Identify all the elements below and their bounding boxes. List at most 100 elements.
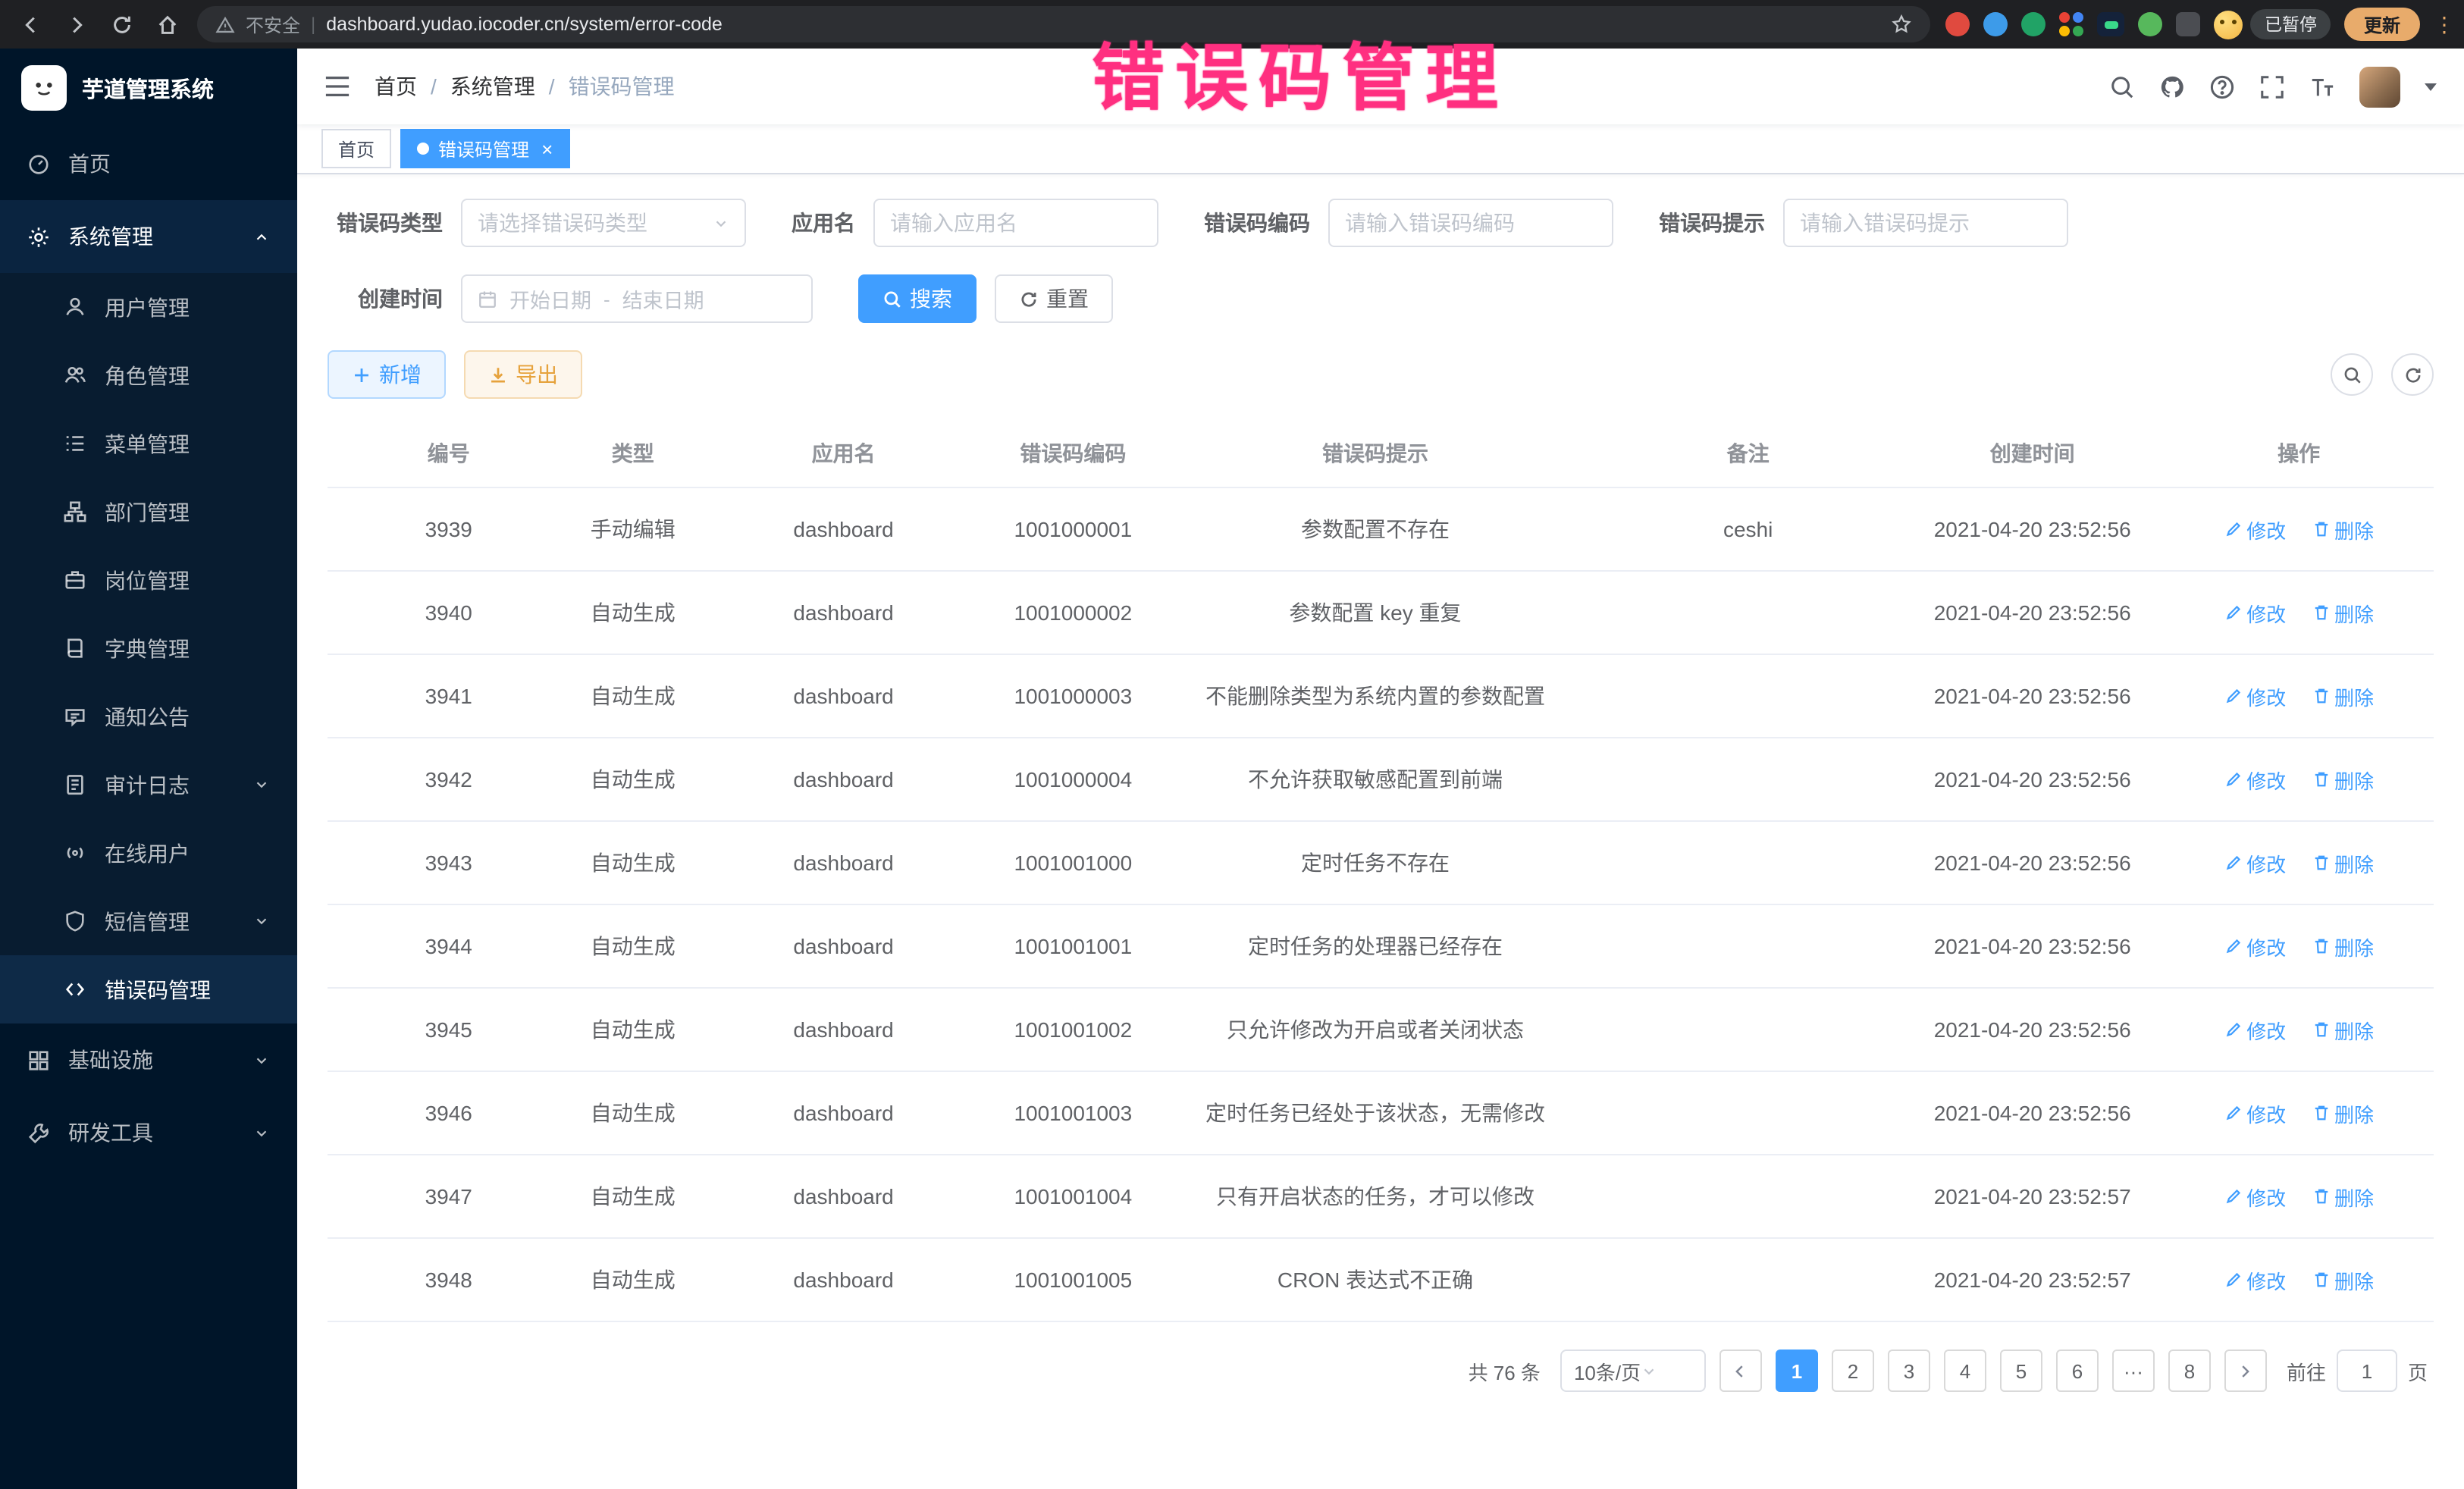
end-date-placeholder: 结束日期 (622, 284, 704, 314)
app-name-input[interactable] (873, 199, 1158, 247)
error-code-input[interactable] (1328, 199, 1613, 247)
user-avatar[interactable] (2359, 66, 2400, 107)
extension-drop-icon[interactable] (1984, 12, 2008, 36)
app-logo[interactable]: 芋道管理系统 (0, 49, 297, 127)
browser-menu-icon[interactable]: ⋮ (2434, 20, 2449, 28)
extension-record-icon[interactable] (1946, 12, 1970, 36)
page-size-select[interactable]: 10条/页 (1560, 1350, 1706, 1392)
col-remark: 备注 (1595, 420, 1901, 487)
refresh-table-button[interactable] (2391, 353, 2434, 396)
sidebar-item-roles[interactable]: 角色管理 (0, 341, 297, 409)
table-row: 3941 自动生成 dashboard 1001000003 不能删除类型为系统… (328, 654, 2434, 738)
edit-link[interactable]: 修改 (2224, 515, 2286, 544)
delete-link[interactable]: 删除 (2312, 1099, 2374, 1127)
prev-page-button[interactable] (1719, 1350, 1762, 1392)
sidebar-item-error-code[interactable]: 错误码管理 (0, 955, 297, 1023)
extension-leaf-icon[interactable] (2139, 12, 2163, 36)
sidebar-toggle-icon[interactable] (324, 76, 350, 97)
delete-link[interactable]: 删除 (2312, 515, 2374, 544)
tab-error-code[interactable]: 错误码管理 × (400, 129, 569, 168)
gear-icon (27, 225, 50, 248)
tab-close-icon[interactable]: × (541, 139, 553, 158)
fullscreen-icon[interactable] (2259, 74, 2285, 99)
error-type-select[interactable]: 请选择错误码类型 (461, 199, 746, 247)
export-button[interactable]: 导出 (464, 350, 582, 399)
tab-home[interactable]: 首页 (321, 129, 391, 168)
page-button-5[interactable]: 5 (2000, 1350, 2042, 1392)
help-icon[interactable] (2209, 74, 2235, 99)
sidebar-item-system[interactable]: 系统管理 (0, 200, 297, 273)
page-button-2[interactable]: 2 (1832, 1350, 1874, 1392)
breadcrumb-system[interactable]: 系统管理 (450, 71, 535, 102)
sidebar-item-dictionary[interactable]: 字典管理 (0, 614, 297, 682)
delete-link[interactable]: 删除 (2312, 682, 2374, 710)
forward-icon[interactable] (61, 9, 91, 39)
edit-link[interactable]: 修改 (2224, 598, 2286, 627)
back-icon[interactable] (15, 9, 45, 39)
more-pages-button[interactable]: ··· (2112, 1350, 2155, 1392)
home-icon[interactable] (152, 9, 182, 39)
sidebar-item-sms[interactable]: 短信管理 (0, 887, 297, 955)
bookmark-star-icon[interactable] (1892, 14, 1913, 35)
error-hint-input[interactable] (1783, 199, 2068, 247)
tab-active-dot (417, 143, 429, 155)
security-warning-icon[interactable] (215, 14, 235, 34)
edit-link[interactable]: 修改 (2224, 932, 2286, 961)
page-button-4[interactable]: 4 (1944, 1350, 1986, 1392)
cell-hint: 定时任务的处理器已经存在 (1155, 904, 1596, 988)
cell-hint: 不允许获取敏感配置到前端 (1155, 738, 1596, 821)
page-button-8[interactable]: 8 (2168, 1350, 2211, 1392)
next-page-button[interactable] (2224, 1350, 2267, 1392)
edit-link[interactable]: 修改 (2224, 848, 2286, 877)
create-time-range-picker[interactable]: 开始日期 - 结束日期 (461, 274, 813, 323)
extension-people-icon[interactable] (2060, 12, 2084, 36)
delete-link[interactable]: 删除 (2312, 1265, 2374, 1294)
edit-link[interactable]: 修改 (2224, 1182, 2286, 1211)
delete-link[interactable]: 删除 (2312, 1015, 2374, 1044)
sidebar-item-notices[interactable]: 通知公告 (0, 682, 297, 751)
avatar-caret-icon[interactable] (2425, 83, 2437, 90)
sidebar-item-label: 岗位管理 (105, 565, 190, 595)
delete-link[interactable]: 删除 (2312, 598, 2374, 627)
sidebar-item-infrastructure[interactable]: 基础设施 (0, 1023, 297, 1096)
edit-link[interactable]: 修改 (2224, 1099, 2286, 1127)
font-size-icon[interactable] (2309, 74, 2335, 99)
paused-badge[interactable]: 已暂停 (2251, 9, 2331, 39)
edit-link[interactable]: 修改 (2224, 682, 2286, 710)
search-button[interactable]: 搜索 (858, 274, 977, 323)
delete-link[interactable]: 删除 (2312, 1182, 2374, 1211)
search-icon[interactable] (2109, 74, 2135, 99)
sidebar-item-positions[interactable]: 岗位管理 (0, 546, 297, 614)
page-button-6[interactable]: 6 (2056, 1350, 2099, 1392)
reset-button[interactable]: 重置 (995, 274, 1113, 323)
goto-label: 前往 (2287, 1356, 2326, 1385)
edit-link[interactable]: 修改 (2224, 1265, 2286, 1294)
sidebar-item-dev-tools[interactable]: 研发工具 (0, 1096, 297, 1169)
cell-ops: 修改 删除 (2164, 487, 2434, 571)
delete-link[interactable]: 删除 (2312, 765, 2374, 794)
page-button-3[interactable]: 3 (1888, 1350, 1930, 1392)
delete-link[interactable]: 删除 (2312, 848, 2374, 877)
extension-puzzle-icon[interactable] (2177, 12, 2201, 36)
page-button-1[interactable]: 1 (1776, 1350, 1818, 1392)
reload-icon[interactable] (106, 9, 136, 39)
update-button[interactable]: 更新 (2344, 8, 2420, 41)
add-button[interactable]: 新增 (328, 350, 446, 399)
toggle-search-button[interactable] (2331, 353, 2373, 396)
delete-link[interactable]: 删除 (2312, 932, 2374, 961)
github-icon[interactable] (2159, 74, 2185, 99)
sidebar-item-departments[interactable]: 部门管理 (0, 478, 297, 546)
sidebar-item-online-users[interactable]: 在线用户 (0, 819, 297, 887)
sidebar-item-home[interactable]: 首页 (0, 127, 297, 200)
edit-link[interactable]: 修改 (2224, 765, 2286, 794)
breadcrumb-home[interactable]: 首页 (375, 71, 417, 102)
sidebar-item-users[interactable]: 用户管理 (0, 273, 297, 341)
sidebar-item-audit-log[interactable]: 审计日志 (0, 751, 297, 819)
extension-v-icon[interactable] (2022, 12, 2046, 36)
goto-page-input[interactable] (2337, 1350, 2397, 1392)
url-bar[interactable]: 不安全 | dashboard.yudao.iocoder.cn/system/… (197, 6, 1931, 42)
profile-avatar-icon[interactable] (2215, 10, 2243, 39)
sidebar-item-menus[interactable]: 菜单管理 (0, 409, 297, 478)
edit-link[interactable]: 修改 (2224, 1015, 2286, 1044)
extension-on-icon[interactable] (2098, 12, 2125, 36)
